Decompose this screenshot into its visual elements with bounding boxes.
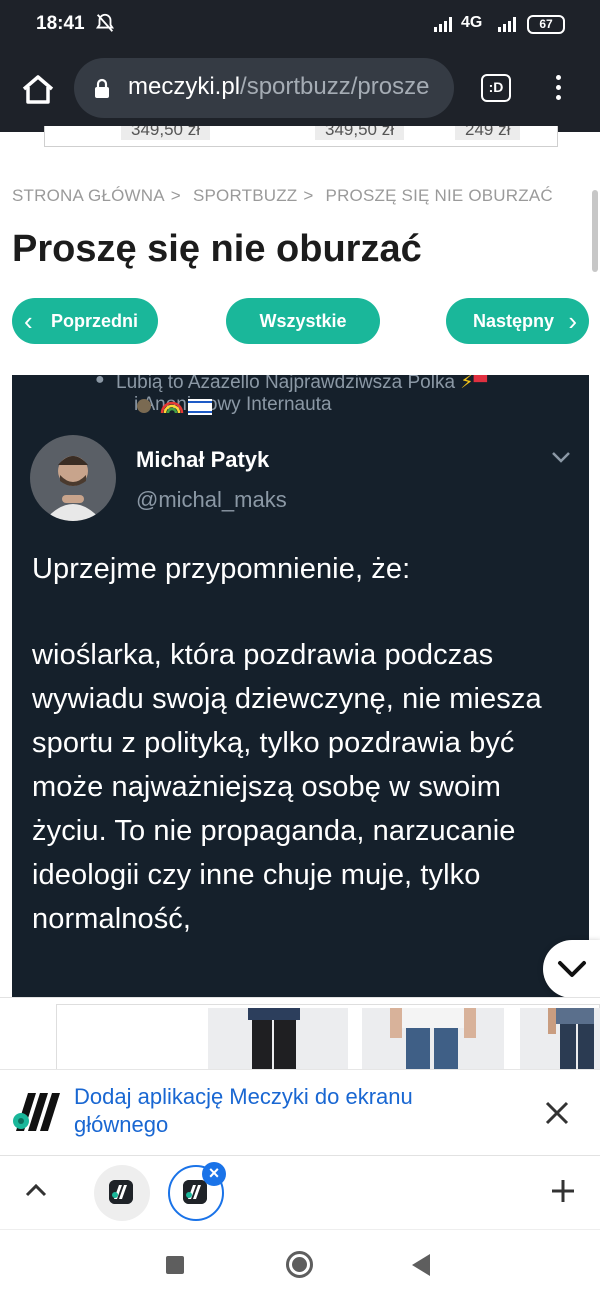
system-navigation-bar bbox=[0, 1229, 600, 1300]
status-time: 18:41 bbox=[36, 13, 85, 34]
heart-icon: ● bbox=[95, 375, 105, 388]
chevron-up-icon[interactable] bbox=[24, 1182, 48, 1198]
next-button[interactable]: Następny › bbox=[446, 298, 589, 344]
embedded-tweet[interactable]: ● Lubią to Azazello Najprawdziwsza Polka… bbox=[12, 375, 589, 997]
previous-button[interactable]: ‹ Poprzedni bbox=[12, 298, 158, 344]
lightning-emoji: ⚡ bbox=[460, 375, 474, 393]
meczyki-logo-icon bbox=[12, 1087, 62, 1137]
ad-price: 249 zł bbox=[455, 126, 521, 140]
liked-by-line: ● Lubią to Azazello Najprawdziwsza Polka… bbox=[95, 375, 488, 394]
signal-icon bbox=[434, 17, 452, 32]
all-button[interactable]: Wszystkie bbox=[226, 298, 380, 344]
home-system-icon[interactable] bbox=[286, 1251, 313, 1278]
product-image[interactable] bbox=[208, 1008, 348, 1069]
close-icon[interactable] bbox=[544, 1100, 570, 1126]
tweet-text: wioślarka, która pozdrawia podczas wywia… bbox=[32, 639, 542, 935]
battery-indicator: 67 bbox=[527, 15, 565, 34]
previous-label: Poprzedni bbox=[51, 311, 139, 331]
home-icon[interactable] bbox=[18, 70, 58, 110]
browser-toolbar: meczyki.pl/sportbuzz/prosze :D bbox=[0, 50, 600, 132]
chevron-down-icon[interactable] bbox=[550, 450, 572, 464]
lock-icon bbox=[95, 78, 109, 98]
flag-emoji: ▀ bbox=[473, 375, 488, 393]
chevron-down-icon bbox=[558, 961, 586, 977]
page-title: Proszę się nie oburzać bbox=[12, 228, 422, 270]
back-icon[interactable] bbox=[412, 1254, 430, 1276]
status-bar: 18:41 4G 67 bbox=[0, 0, 600, 50]
emoji-flags-icon bbox=[137, 399, 212, 415]
url-text: meczyki.pl/sportbuzz/prosze bbox=[128, 73, 429, 101]
notifications-muted-icon bbox=[95, 13, 115, 32]
scrollbar[interactable] bbox=[592, 190, 598, 272]
all-label: Wszystkie bbox=[259, 311, 347, 331]
ad-strip[interactable]: 349,50 zł 349,50 zł 249 zł bbox=[44, 126, 558, 147]
url-domain: meczyki.pl bbox=[128, 73, 241, 100]
breadcrumb-home[interactable]: STRONA GŁÓWNA bbox=[12, 186, 165, 205]
breadcrumb-sportbuzz[interactable]: SPORTBUZZ bbox=[193, 186, 297, 205]
tab-strip: × bbox=[0, 1155, 600, 1229]
new-tab-icon[interactable] bbox=[550, 1178, 576, 1204]
chevron-right-icon: > bbox=[303, 186, 314, 205]
recents-icon[interactable] bbox=[166, 1256, 184, 1274]
ad-price: 349,50 zł bbox=[315, 126, 404, 140]
chevron-right-icon: › bbox=[568, 306, 577, 336]
chevron-left-icon: ‹ bbox=[24, 306, 33, 336]
tab-thumbnail[interactable] bbox=[94, 1165, 150, 1221]
ad-price: 349,50 zł bbox=[121, 126, 210, 140]
avatar[interactable] bbox=[30, 435, 116, 521]
product-ad[interactable] bbox=[0, 997, 600, 1069]
next-label: Następny bbox=[473, 311, 555, 331]
breadcrumb: STRONA GŁÓWNA > SPORTBUZZ > PROSZĘ SIĘ NIE O… bbox=[12, 186, 553, 206]
url-path: /sportbuzz/prosze bbox=[240, 73, 430, 100]
breadcrumb-current: PROSZĘ SIĘ NIE OBURZAĆ bbox=[325, 186, 553, 205]
tab-close-icon[interactable]: × bbox=[202, 1162, 226, 1186]
add-to-homescreen-banner[interactable]: Dodaj aplikację Meczyki do ekranu główne… bbox=[0, 1069, 600, 1155]
tweet-author-handle[interactable]: @michal_maks bbox=[136, 487, 287, 513]
tweet-author-name[interactable]: Michał Patyk bbox=[136, 447, 269, 473]
product-image[interactable] bbox=[362, 1008, 504, 1069]
tweet-text: Uprzejme przypomnienie, że: bbox=[32, 553, 411, 585]
meczyki-favicon-icon bbox=[183, 1180, 207, 1204]
tab-switcher-button[interactable]: :D bbox=[481, 74, 511, 102]
url-field[interactable]: meczyki.pl/sportbuzz/prosze bbox=[74, 58, 454, 118]
meczyki-favicon-icon bbox=[109, 1180, 133, 1204]
product-image[interactable] bbox=[520, 1008, 600, 1069]
overflow-menu-icon[interactable] bbox=[548, 72, 568, 106]
chevron-right-icon: > bbox=[170, 186, 181, 205]
install-banner-text[interactable]: Dodaj aplikację Meczyki do ekranu główne… bbox=[74, 1083, 494, 1139]
signal-roaming-icon bbox=[498, 17, 516, 32]
scroll-down-button[interactable] bbox=[543, 940, 600, 998]
network-type: 4G bbox=[461, 14, 483, 31]
